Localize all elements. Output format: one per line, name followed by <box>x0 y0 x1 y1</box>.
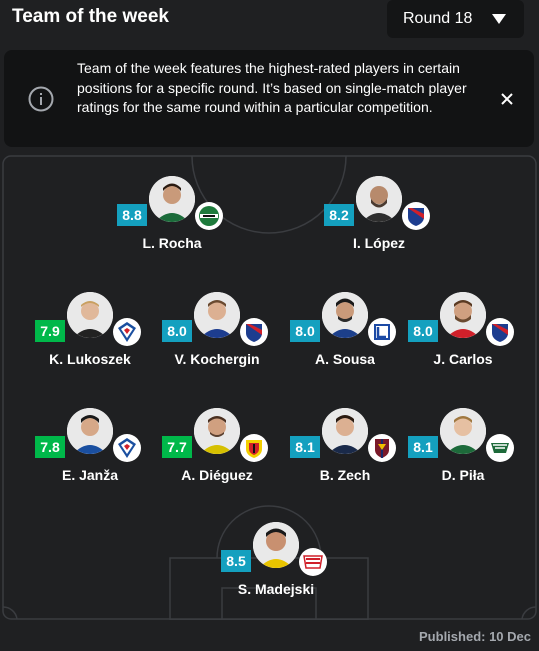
player-card[interactable]: 8.0 J. Carlos <box>402 292 522 372</box>
player-avatar <box>194 292 240 338</box>
pogon-logo-icon <box>368 434 396 462</box>
player-name: B. Zech <box>319 467 371 483</box>
player-name: L. Rocha <box>142 235 202 251</box>
player-card[interactable]: 8.5 S. Madejski <box>215 522 335 602</box>
header: Team of the week Round 18 <box>0 0 539 38</box>
player-name: S. Madejski <box>237 581 315 597</box>
jagiellonia-logo-icon <box>240 434 268 462</box>
player-avatar <box>440 408 486 454</box>
player-rating: 8.0 <box>162 320 192 342</box>
player-avatar <box>149 176 195 222</box>
rakow-logo-icon <box>240 318 268 346</box>
player-name: V. Kochergin <box>174 351 260 367</box>
player-avatar <box>322 292 368 338</box>
close-icon[interactable] <box>500 92 514 106</box>
player-avatar <box>253 522 299 568</box>
player-name: J. Carlos <box>433 351 493 367</box>
lech-logo-icon <box>368 318 396 346</box>
gornik-logo-icon <box>113 434 141 462</box>
player-card[interactable]: 8.0 V. Kochergin <box>156 292 276 372</box>
caret-down-icon <box>492 14 506 24</box>
player-rating: 8.1 <box>408 436 438 458</box>
player-name: I. López <box>352 235 406 251</box>
published-date: Published: 10 Dec <box>419 629 531 644</box>
player-avatar <box>194 408 240 454</box>
page-title: Team of the week <box>12 6 169 27</box>
player-rating: 7.8 <box>35 436 65 458</box>
player-avatar <box>67 408 113 454</box>
player-avatar <box>356 176 402 222</box>
player-rating: 8.8 <box>117 204 147 226</box>
player-name: A. Diéguez <box>181 467 253 483</box>
info-icon <box>28 86 54 112</box>
player-card[interactable]: 7.7 A. Diéguez <box>156 408 276 488</box>
player-rating: 8.2 <box>324 204 354 226</box>
player-avatar <box>67 292 113 338</box>
cracovia-logo-icon <box>299 548 327 576</box>
player-rating: 8.1 <box>290 436 320 458</box>
player-rating: 7.9 <box>35 320 65 342</box>
player-card[interactable]: 8.1 B. Zech <box>284 408 404 488</box>
player-rating: 8.0 <box>290 320 320 342</box>
round-dropdown-label: Round 18 <box>403 10 473 27</box>
player-avatar <box>440 292 486 338</box>
player-card[interactable]: 8.1 D. Piła <box>402 408 522 488</box>
player-rating: 7.7 <box>162 436 192 458</box>
lechia-logo-icon <box>486 434 514 462</box>
round-dropdown[interactable]: Round 18 <box>387 0 524 38</box>
player-name: D. Piła <box>441 467 485 483</box>
rakow-logo-icon <box>486 318 514 346</box>
player-name: K. Lukoszek <box>49 351 131 367</box>
info-text: Team of the week features the highest-ra… <box>77 60 467 115</box>
player-card[interactable]: 8.8 L. Rocha <box>111 176 231 256</box>
player-card[interactable]: 7.8 E. Janža <box>29 408 149 488</box>
player-card[interactable]: 8.0 A. Sousa <box>284 292 404 372</box>
player-name: E. Janža <box>61 467 119 483</box>
player-name: A. Sousa <box>315 351 375 367</box>
player-card[interactable]: 8.2 I. López <box>318 176 438 256</box>
player-rating: 8.5 <box>221 550 251 572</box>
player-avatar <box>322 408 368 454</box>
rakow-logo-icon <box>402 202 430 230</box>
player-card[interactable]: 7.9 K. Lukoszek <box>29 292 149 372</box>
radomiak-logo-icon <box>195 202 223 230</box>
info-banner: Team of the week features the highest-ra… <box>4 50 534 147</box>
gornik-logo-icon <box>113 318 141 346</box>
player-rating: 8.0 <box>408 320 438 342</box>
